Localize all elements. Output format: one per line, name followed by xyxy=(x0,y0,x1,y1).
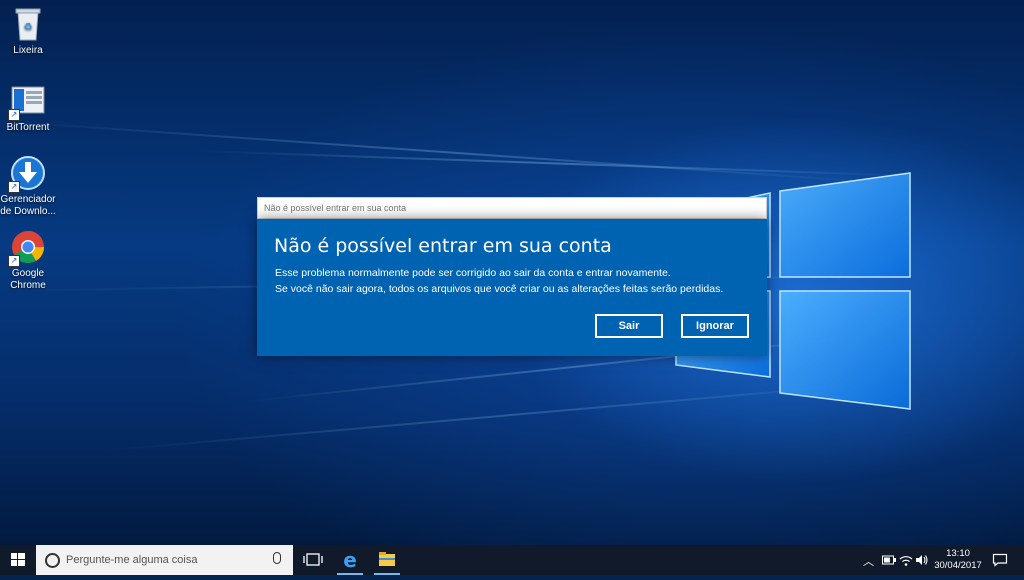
dialog-message-line-1: Esse problema normalmente pode ser corri… xyxy=(275,267,671,279)
file-explorer-icon xyxy=(379,552,395,566)
recycle-bin-icon: ♻ xyxy=(10,6,46,42)
wifi-icon xyxy=(899,556,913,566)
clock[interactable]: 13:10 30/04/2017 xyxy=(928,548,988,572)
windows-start-icon xyxy=(11,553,25,566)
network-button[interactable] xyxy=(899,553,913,570)
svg-text:♻: ♻ xyxy=(24,22,33,33)
battery-button[interactable] xyxy=(882,555,896,568)
svg-text:e: e xyxy=(343,548,357,572)
search-box[interactable]: Pergunte-me alguma coisa xyxy=(36,545,293,575)
shortcut-arrow-icon: ↗ xyxy=(8,255,20,267)
desktop-icon-label: Lixeira xyxy=(13,45,43,56)
notification-icon xyxy=(992,553,1008,567)
desktop-icon-download-manager[interactable]: ↗ Gerenciador de Downlo... xyxy=(0,155,63,218)
task-view-icon xyxy=(303,553,323,566)
clock-time: 13:10 xyxy=(946,548,970,559)
start-button[interactable] xyxy=(0,545,36,575)
volume-button[interactable] xyxy=(915,553,929,570)
shortcut-arrow-icon: ↗ xyxy=(8,109,20,121)
sign-out-button[interactable]: Sair xyxy=(595,314,663,338)
bittorrent-icon: ↗ xyxy=(8,83,46,121)
dialog-window-title: Não é possível entrar em sua conta xyxy=(264,203,407,213)
task-view-button[interactable] xyxy=(296,545,330,575)
desktop-icon-recycle-bin[interactable]: ♻ Lixeira xyxy=(0,6,63,57)
dialog-heading: Não é possível entrar em sua conta xyxy=(274,235,612,257)
desktop-icon-label: Gerenciador de Downlo... xyxy=(0,194,56,217)
chevron-up-icon: ︿ xyxy=(863,556,874,568)
desktop-icon-label: Google Chrome xyxy=(10,268,46,291)
battery-icon xyxy=(882,555,896,565)
volume-icon xyxy=(916,555,928,565)
taskbar: Pergunte-me alguma coisa e ︿ 13:10 30/04… xyxy=(0,545,1024,575)
shortcut-arrow-icon: ↗ xyxy=(8,181,20,193)
show-hidden-icons-button[interactable]: ︿ xyxy=(863,553,874,569)
sign-in-error-dialog: Não é possível entrar em sua conta Esse … xyxy=(257,219,767,356)
file-explorer-taskbar-button[interactable] xyxy=(370,545,404,575)
edge-taskbar-button[interactable]: e xyxy=(333,545,367,575)
chrome-icon: ↗ xyxy=(8,229,46,267)
microphone-icon[interactable] xyxy=(273,552,281,564)
action-center-button[interactable] xyxy=(992,553,1008,570)
download-manager-icon: ↗ xyxy=(8,155,46,193)
dialog-message-line-2: Se você não sair agora, todos os arquivo… xyxy=(275,283,724,295)
ignore-button[interactable]: Ignorar xyxy=(681,314,749,338)
clock-date: 30/04/2017 xyxy=(934,560,982,571)
desktop-icon-bittorrent[interactable]: ↗ BitTorrent xyxy=(0,83,63,134)
desktop-icon-label: BitTorrent xyxy=(6,122,50,133)
desktop-icon-google-chrome[interactable]: ↗ Google Chrome xyxy=(0,229,63,292)
dialog-title-bar[interactable]: Não é possível entrar em sua conta xyxy=(257,197,767,219)
cortana-icon xyxy=(45,553,60,568)
search-placeholder: Pergunte-me alguma coisa xyxy=(66,554,198,566)
edge-icon: e xyxy=(343,548,357,572)
